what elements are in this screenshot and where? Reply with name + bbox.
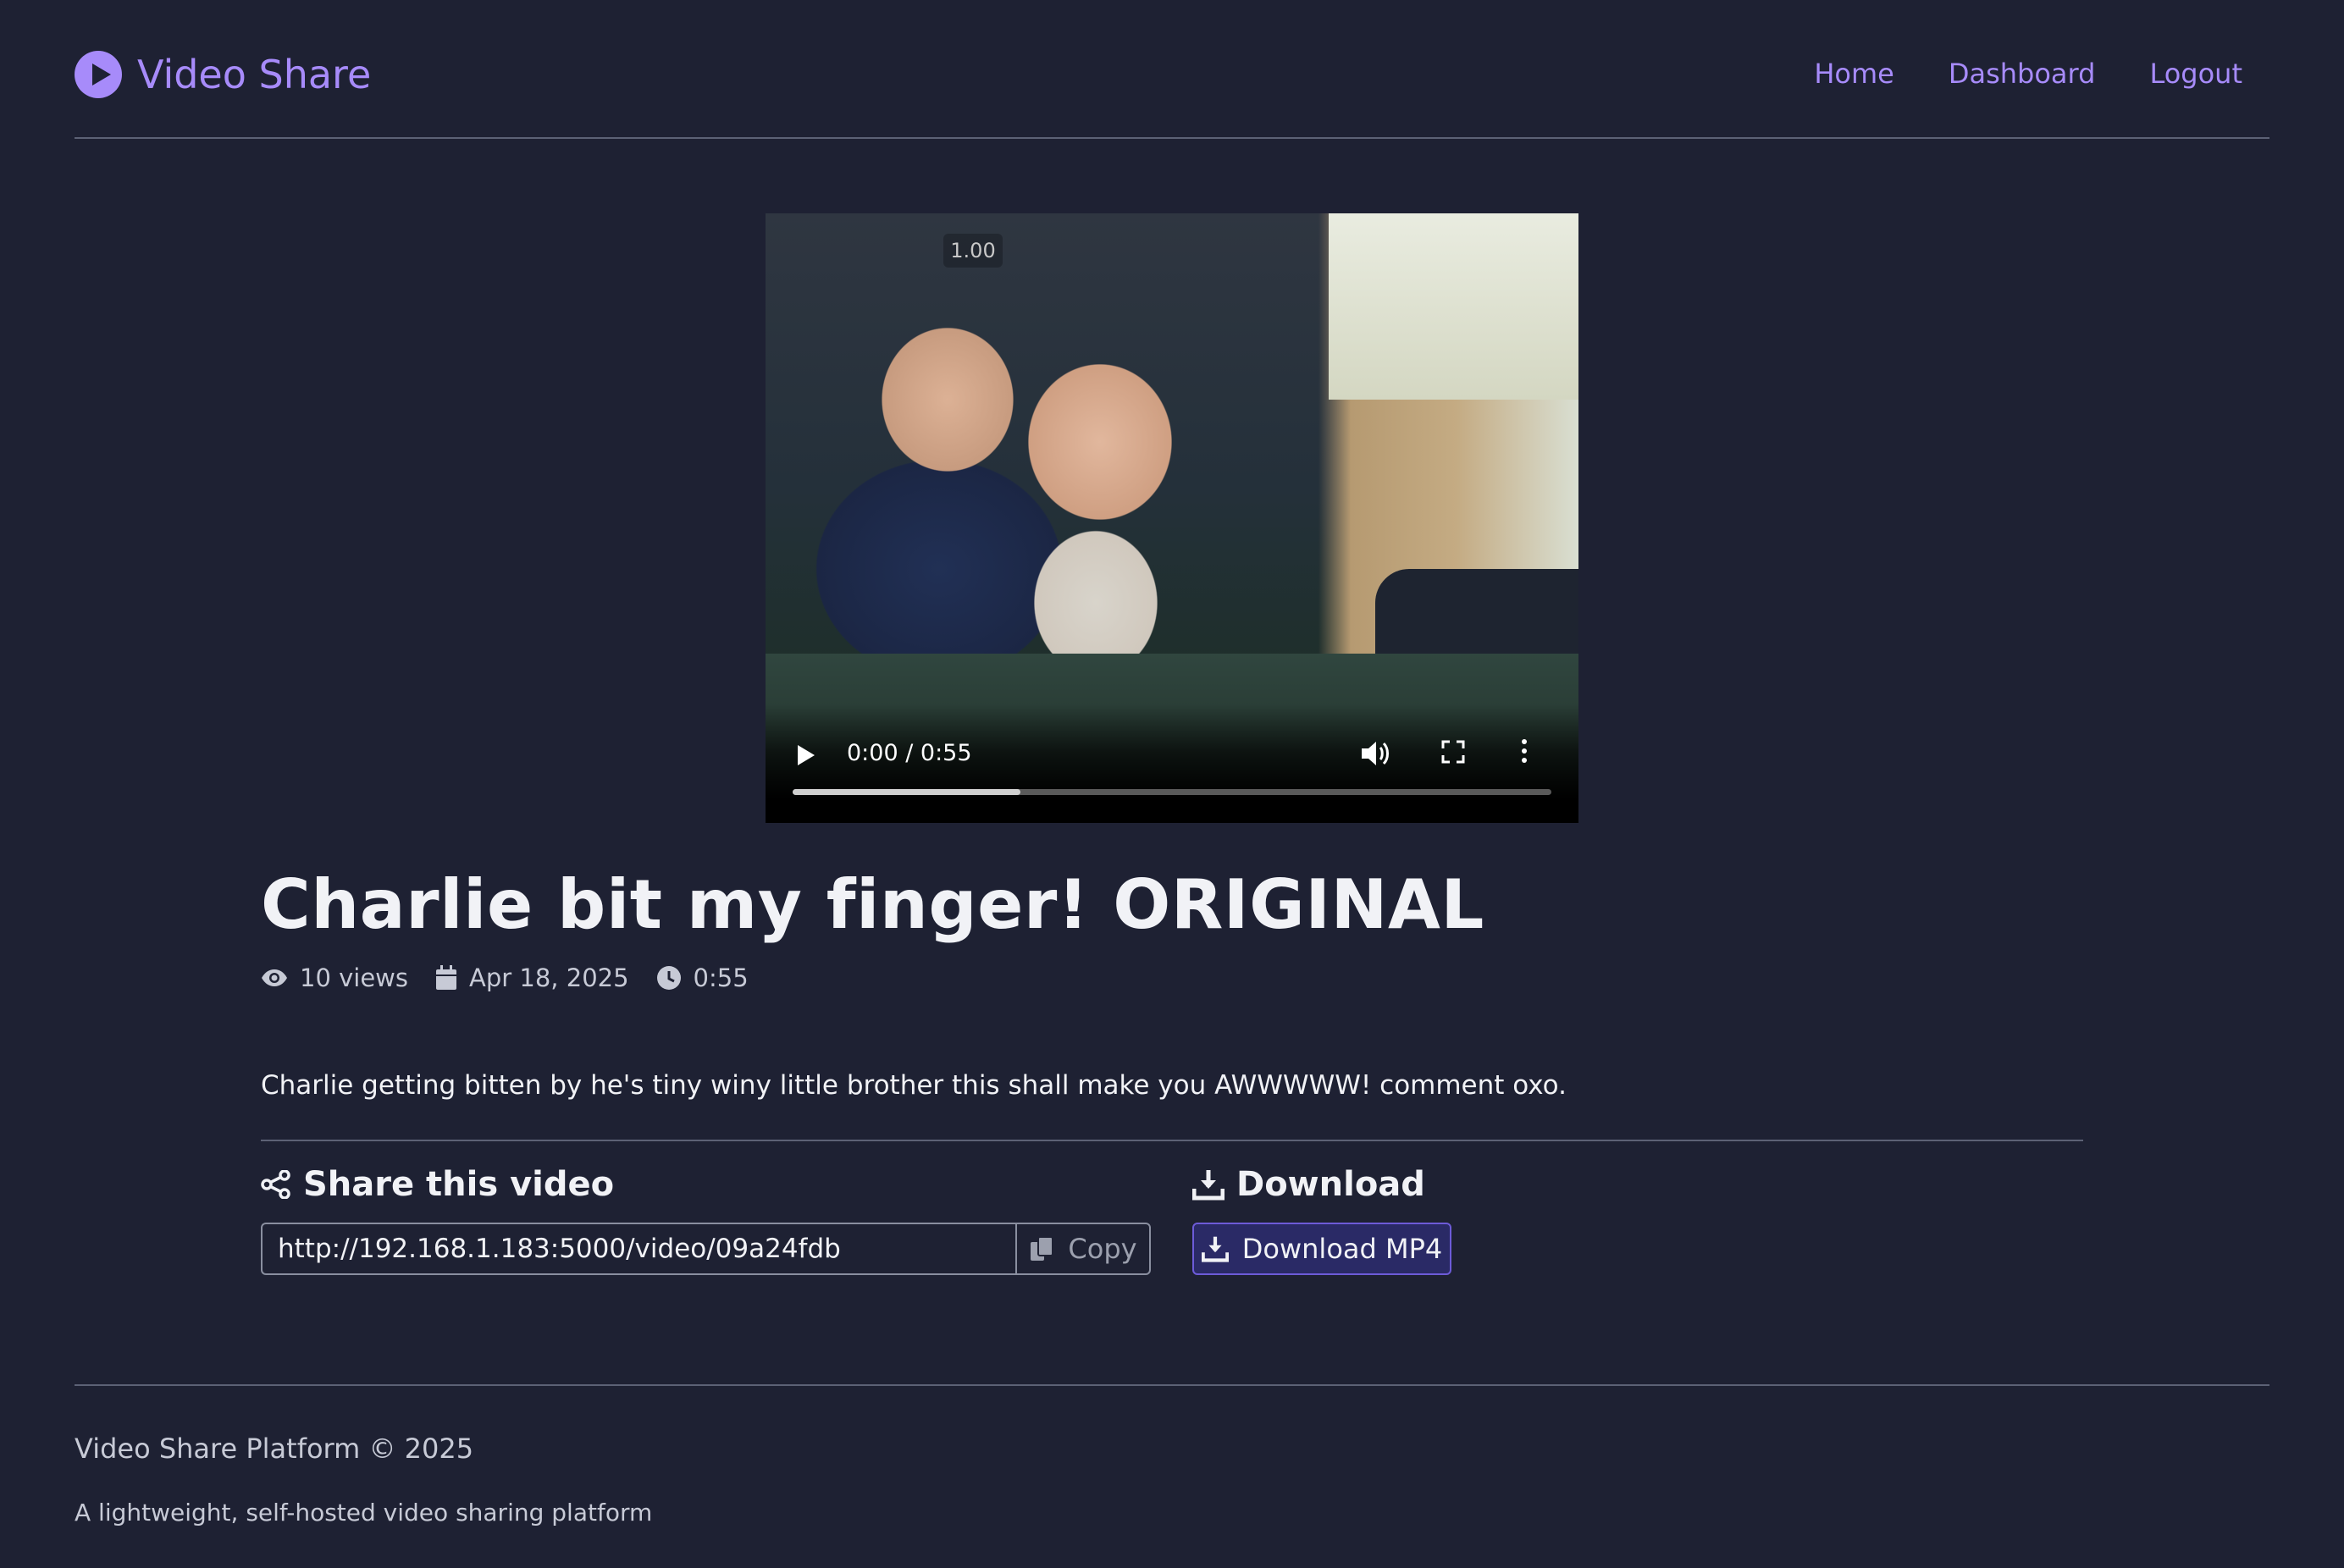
brand-logo-link[interactable]: Video Share (75, 51, 371, 98)
video-time: 0:00 / 0:55 (847, 740, 972, 766)
copy-button-label: Copy (1068, 1233, 1137, 1265)
download-icon (1201, 1236, 1229, 1262)
footer-divider (75, 1384, 2269, 1386)
fullscreen-icon[interactable] (1441, 740, 1465, 764)
duration-meta: 0:55 (656, 963, 749, 992)
share-heading: Share this video (261, 1165, 614, 1204)
more-options-icon[interactable] (1519, 737, 1529, 767)
share-icon (261, 1170, 290, 1199)
download-heading-text: Download (1236, 1165, 1425, 1204)
video-buffered-bar (793, 789, 1020, 795)
video-meta: 10 views Apr 18, 2025 0:55 (261, 963, 776, 992)
playback-speed-badge: 1.00 (943, 234, 1003, 268)
main-nav: Home Dashboard Logout (1814, 58, 2242, 90)
copy-icon (1031, 1236, 1054, 1261)
volume-icon[interactable] (1358, 738, 1392, 769)
copy-button[interactable]: Copy (1015, 1223, 1151, 1275)
video-progress-bar[interactable] (793, 789, 1551, 795)
share-heading-text: Share this video (303, 1165, 615, 1204)
brand-name: Video Share (137, 52, 372, 97)
views-count: 10 views (300, 963, 409, 992)
content-divider (261, 1140, 2083, 1141)
share-url-input[interactable] (261, 1223, 1016, 1275)
video-scene-window (1329, 213, 1578, 400)
views-meta: 10 views (261, 963, 408, 992)
calendar-icon (436, 965, 457, 990)
download-mp4-button[interactable]: Download MP4 (1192, 1223, 1451, 1275)
video-player[interactable]: 1.00 0:00 / 0:55 (766, 213, 1578, 823)
play-icon[interactable] (798, 745, 815, 765)
video-description: Charlie getting bitten by he's tiny winy… (261, 1070, 1567, 1101)
nav-logout-link[interactable]: Logout (2149, 58, 2242, 90)
download-mp4-label: Download MP4 (1241, 1233, 1443, 1265)
upload-date: Apr 18, 2025 (469, 963, 629, 992)
eye-icon (262, 969, 287, 986)
date-meta: Apr 18, 2025 (435, 963, 629, 992)
site-header: Video Share Home Dashboard Logout (75, 0, 2269, 139)
nav-dashboard-link[interactable]: Dashboard (1949, 58, 2096, 90)
video-duration: 0:55 (693, 963, 749, 992)
clock-icon (656, 966, 681, 990)
nav-home-link[interactable]: Home (1814, 58, 1894, 90)
video-controls: 0:00 / 0:55 (766, 704, 1578, 823)
play-circle-icon (75, 51, 122, 98)
footer-tagline: A lightweight, self-hosted video sharing… (75, 1499, 653, 1527)
footer-copyright: Video Share Platform © 2025 (75, 1433, 474, 1465)
download-icon (1192, 1170, 1225, 1201)
download-heading: Download (1192, 1165, 1425, 1204)
video-title: Charlie bit my finger! ORIGINAL (261, 865, 1484, 944)
